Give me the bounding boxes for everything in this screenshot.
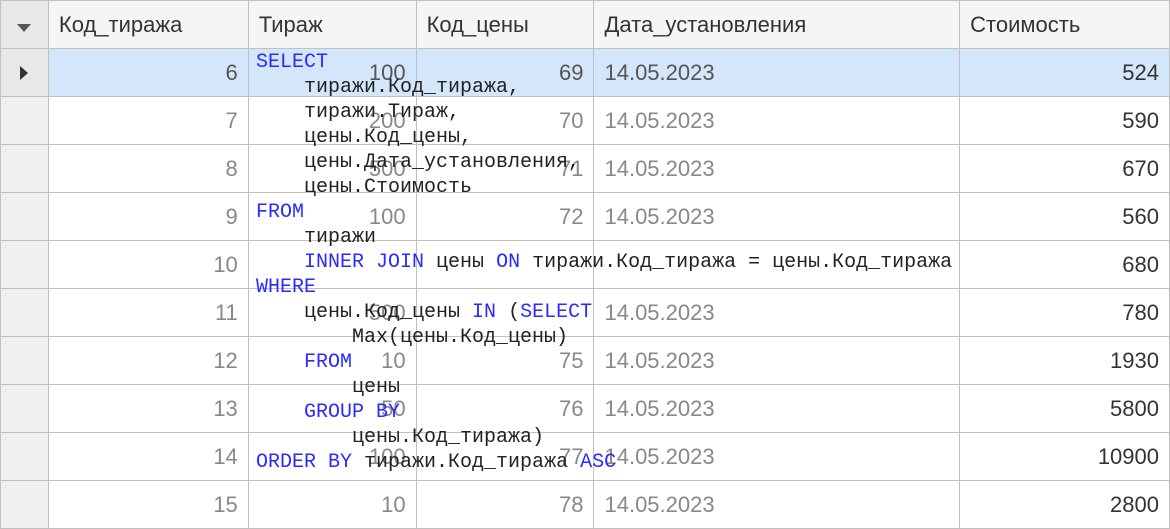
cell-stoimost[interactable]: 2800 [960,481,1170,529]
cell-tirazh[interactable]: 500 [248,289,416,337]
cell-kod-ceny[interactable] [416,289,594,337]
table-row[interactable]: 14 100 77 14.05.2023 10900 [1,433,1170,481]
cell-data-ust[interactable]: 14.05.2023 [594,289,960,337]
cell-tirazh[interactable] [248,241,416,289]
col-header-kod-ceny[interactable]: Код_цены [416,1,594,49]
table-row[interactable]: 11 500 14.05.2023 780 [1,289,1170,337]
cell-kod-tirazha[interactable]: 13 [48,385,248,433]
cell-data-ust[interactable]: 14.05.2023 [594,433,960,481]
cell-tirazh[interactable]: 200 [248,97,416,145]
header-row: Код_тиража Тираж Код_цены Дата_установле… [1,1,1170,49]
cell-stoimost[interactable]: 5800 [960,385,1170,433]
data-grid: Код_тиража Тираж Код_цены Дата_установле… [0,0,1170,529]
cell-stoimost[interactable]: 1930 [960,337,1170,385]
select-all-cell[interactable] [1,1,49,49]
row-selector[interactable] [1,385,49,433]
table-row[interactable]: 7 200 70 14.05.2023 590 [1,97,1170,145]
cell-stoimost[interactable]: 670 [960,145,1170,193]
cell-kod-ceny[interactable]: 75 [416,337,594,385]
cell-kod-tirazha[interactable]: 8 [48,145,248,193]
table-row[interactable]: 10 680 [1,241,1170,289]
cell-stoimost[interactable]: 590 [960,97,1170,145]
cell-kod-ceny[interactable] [416,241,594,289]
col-header-kod-tirazha[interactable]: Код_тиража [48,1,248,49]
row-selector[interactable] [1,145,49,193]
table-row[interactable]: 8 500 71 14.05.2023 670 [1,145,1170,193]
cell-tirazh[interactable]: 10 [248,337,416,385]
cell-tirazh[interactable]: 10 [248,481,416,529]
table-row[interactable]: 15 10 78 14.05.2023 2800 [1,481,1170,529]
cell-kod-ceny[interactable]: 69 [416,49,594,97]
cell-tirazh[interactable]: 50 [248,385,416,433]
cell-kod-ceny[interactable]: 77 [416,433,594,481]
cell-tirazh[interactable]: 100 [248,433,416,481]
cell-kod-ceny[interactable]: 78 [416,481,594,529]
cell-stoimost[interactable]: 680 [960,241,1170,289]
row-selector[interactable] [1,289,49,337]
row-selector[interactable] [1,193,49,241]
cell-data-ust[interactable]: 14.05.2023 [594,193,960,241]
col-header-tirazh[interactable]: Тираж [248,1,416,49]
row-selector[interactable] [1,337,49,385]
cell-kod-tirazha[interactable]: 7 [48,97,248,145]
cell-kod-tirazha[interactable]: 12 [48,337,248,385]
cell-kod-tirazha[interactable]: 14 [48,433,248,481]
col-header-data-ust[interactable]: Дата_установления [594,1,960,49]
cell-tirazh[interactable]: 500 [248,145,416,193]
cell-tirazh[interactable]: 100 [248,49,416,97]
cell-kod-tirazha[interactable]: 11 [48,289,248,337]
cell-data-ust[interactable]: 14.05.2023 [594,481,960,529]
cell-kod-ceny[interactable]: 71 [416,145,594,193]
current-row-arrow-icon [20,66,28,80]
cell-stoimost[interactable]: 524 [960,49,1170,97]
cell-stoimost[interactable]: 560 [960,193,1170,241]
cell-kod-ceny[interactable]: 76 [416,385,594,433]
row-selector[interactable] [1,97,49,145]
cell-data-ust[interactable]: 14.05.2023 [594,97,960,145]
table-row[interactable]: 12 10 75 14.05.2023 1930 [1,337,1170,385]
cell-data-ust[interactable]: 14.05.2023 [594,49,960,97]
cell-stoimost[interactable]: 780 [960,289,1170,337]
cell-stoimost[interactable]: 10900 [960,433,1170,481]
table-row[interactable]: 13 50 76 14.05.2023 5800 [1,385,1170,433]
cell-kod-ceny[interactable]: 70 [416,97,594,145]
cell-kod-tirazha[interactable]: 15 [48,481,248,529]
dropdown-icon [17,24,31,32]
row-selector[interactable] [1,481,49,529]
row-selector[interactable] [1,241,49,289]
cell-data-ust[interactable]: 14.05.2023 [594,337,960,385]
cell-kod-tirazha[interactable]: 9 [48,193,248,241]
cell-tirazh[interactable]: 100 [248,193,416,241]
row-selector[interactable] [1,49,49,97]
table-row[interactable]: 9 100 72 14.05.2023 560 [1,193,1170,241]
col-header-stoimost[interactable]: Стоимость [960,1,1170,49]
cell-kod-ceny[interactable]: 72 [416,193,594,241]
cell-kod-tirazha[interactable]: 10 [48,241,248,289]
cell-kod-tirazha[interactable]: 6 [48,49,248,97]
row-selector[interactable] [1,433,49,481]
table-row[interactable]: 6 100 69 14.05.2023 524 [1,49,1170,97]
cell-data-ust[interactable] [594,241,960,289]
cell-data-ust[interactable]: 14.05.2023 [594,385,960,433]
cell-data-ust[interactable]: 14.05.2023 [594,145,960,193]
